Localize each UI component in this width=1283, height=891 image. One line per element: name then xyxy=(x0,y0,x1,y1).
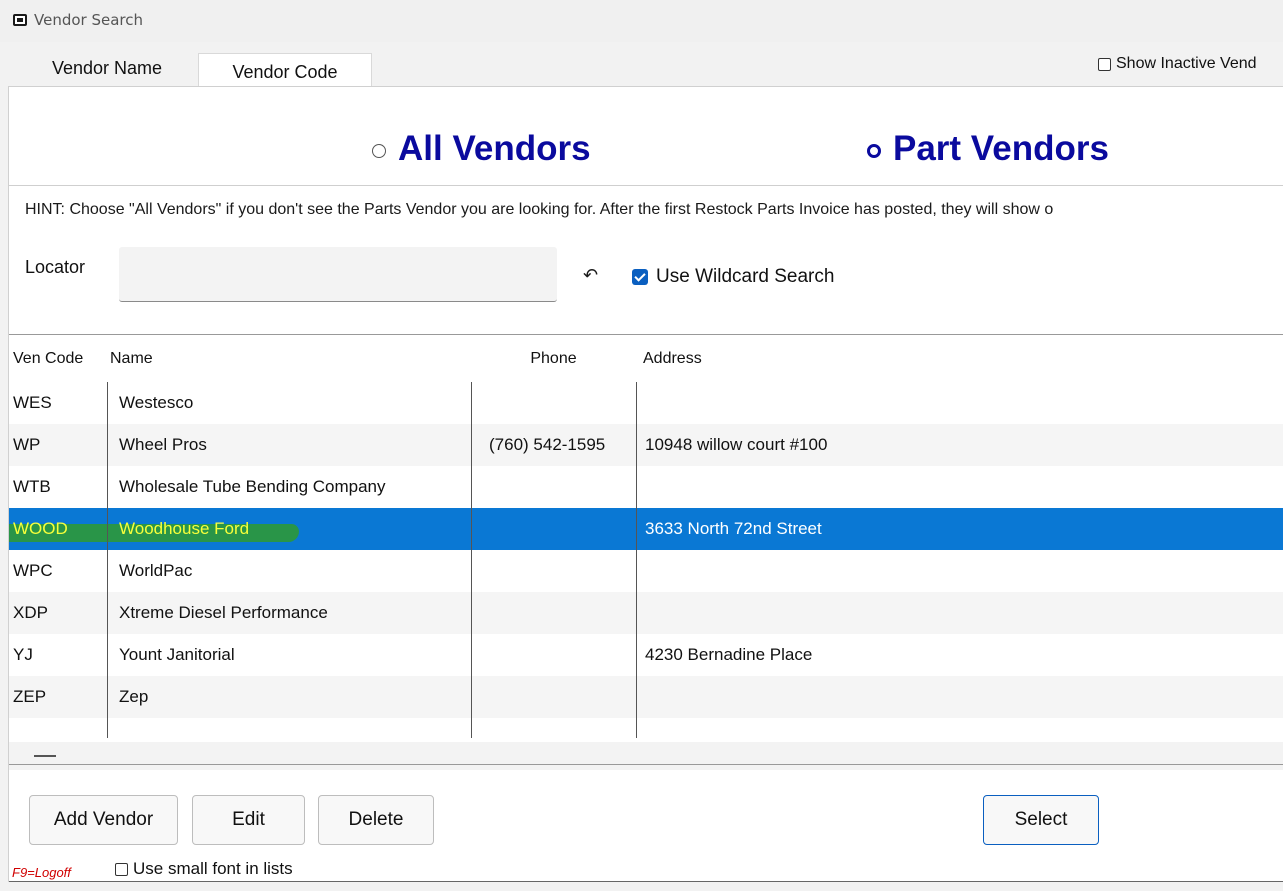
table-row[interactable]: XDP Xtreme Diesel Performance xyxy=(9,592,1283,634)
add-vendor-button[interactable]: Add Vendor xyxy=(29,795,178,845)
ven-code-cell: XDP xyxy=(13,603,48,622)
locator-label: Locator xyxy=(25,257,86,277)
col-header-ven-code[interactable]: Ven Code xyxy=(13,335,83,382)
table-row-selected[interactable]: WOOD Woodhouse Ford 3633 North 72nd Stre… xyxy=(9,508,1283,550)
table-row[interactable]: WTB Wholesale Tube Bending Company xyxy=(9,466,1283,508)
show-inactive-checkbox[interactable]: Show Inactive Vend xyxy=(1098,55,1257,73)
name-cell: Woodhouse Ford xyxy=(119,519,250,538)
col-header-phone[interactable]: Phone xyxy=(471,335,636,382)
title-bar: Vendor Search xyxy=(0,0,1283,42)
vendor-filter: All Vendors Part Vendors xyxy=(9,111,1283,186)
name-cell: Wheel Pros xyxy=(119,435,207,454)
table-row[interactable]: YJ Yount Janitorial 4230 Bernadine Place xyxy=(9,634,1283,676)
ven-code-cell: ZEP xyxy=(13,687,47,706)
horizontal-scrollbar[interactable] xyxy=(9,742,1283,770)
tab-vendor-name[interactable]: Vendor Name xyxy=(18,50,196,86)
wildcard-label: Use Wildcard Search xyxy=(656,266,835,287)
main-panel: All Vendors Part Vendors HINT: Choose "A… xyxy=(8,86,1283,882)
col-header-name[interactable]: Name xyxy=(110,335,153,382)
small-font-checkbox[interactable]: Use small font in lists xyxy=(115,859,293,879)
name-cell: Westesco xyxy=(119,393,194,412)
select-button[interactable]: Select xyxy=(983,795,1099,845)
ven-code-cell: WP xyxy=(13,435,41,454)
col-header-address[interactable]: Address xyxy=(643,335,702,382)
table-row[interactable]: ZEP Zep xyxy=(9,676,1283,718)
app-icon xyxy=(13,14,27,26)
tab-bar: Vendor Name Vendor Code Show Inactive Ve… xyxy=(8,42,1283,88)
show-inactive-label: Show Inactive Vend xyxy=(1116,55,1257,72)
divider xyxy=(9,764,1283,765)
table-row[interactable]: WPC WorldPac xyxy=(9,550,1283,592)
radio-part-vendors-label: Part Vendors xyxy=(893,129,1109,168)
vendor-grid: Ven Code Name Phone Address WES Westesco… xyxy=(9,334,1283,772)
checkbox-box[interactable] xyxy=(115,862,128,876)
name-cell: Zep xyxy=(119,687,149,706)
hint-text: HINT: Choose "All Vendors" if you don't … xyxy=(25,201,1054,218)
radio-selected-icon[interactable] xyxy=(867,144,881,158)
name-cell: Xtreme Diesel Performance xyxy=(119,603,328,622)
table-row[interactable]: WES Westesco xyxy=(9,382,1283,424)
tab-vendor-code[interactable]: Vendor Code xyxy=(198,53,372,88)
checkbox-box[interactable] xyxy=(1098,57,1111,71)
phone-cell: (760) 542-1595 xyxy=(489,435,606,454)
ven-code-cell: WOOD xyxy=(13,519,68,538)
ven-code-cell: WTB xyxy=(13,477,51,496)
wildcard-checkbox[interactable]: Use Wildcard Search xyxy=(632,266,834,288)
radio-all-vendors-label: All Vendors xyxy=(398,129,591,168)
column-divider xyxy=(471,382,472,738)
radio-unselected-icon[interactable] xyxy=(372,144,386,158)
small-font-label: Use small font in lists xyxy=(133,859,293,878)
delete-button[interactable]: Delete xyxy=(318,795,434,845)
address-cell: 10948 willow court #100 xyxy=(645,435,828,454)
name-cell: Wholesale Tube Bending Company xyxy=(119,477,386,496)
edit-button[interactable]: Edit xyxy=(192,795,305,845)
radio-part-vendors[interactable]: Part Vendors xyxy=(867,129,1109,169)
locator-input[interactable] xyxy=(119,247,557,302)
table-row[interactable]: WP Wheel Pros (760) 542-1595 10948 willo… xyxy=(9,424,1283,466)
window-bottom-border xyxy=(9,881,1283,882)
name-cell: Yount Janitorial xyxy=(119,645,235,664)
undo-icon[interactable]: ↶ xyxy=(583,265,598,286)
ven-code-cell: YJ xyxy=(13,645,33,664)
ven-code-cell: WPC xyxy=(13,561,53,580)
f9-logoff-hint: F9=Logoff xyxy=(12,865,71,880)
column-divider xyxy=(107,382,108,738)
address-cell: 3633 North 72nd Street xyxy=(645,519,822,538)
ven-code-cell: WES xyxy=(13,393,52,412)
column-divider xyxy=(636,382,637,738)
window-title: Vendor Search xyxy=(34,11,143,29)
scrollbar-thumb[interactable] xyxy=(34,755,56,757)
name-cell: WorldPac xyxy=(119,561,193,580)
checkbox-checked-icon[interactable] xyxy=(632,269,648,285)
address-cell: 4230 Bernadine Place xyxy=(645,645,813,664)
radio-all-vendors[interactable]: All Vendors xyxy=(372,129,591,169)
grid-header: Ven Code Name Phone Address xyxy=(9,335,1283,382)
